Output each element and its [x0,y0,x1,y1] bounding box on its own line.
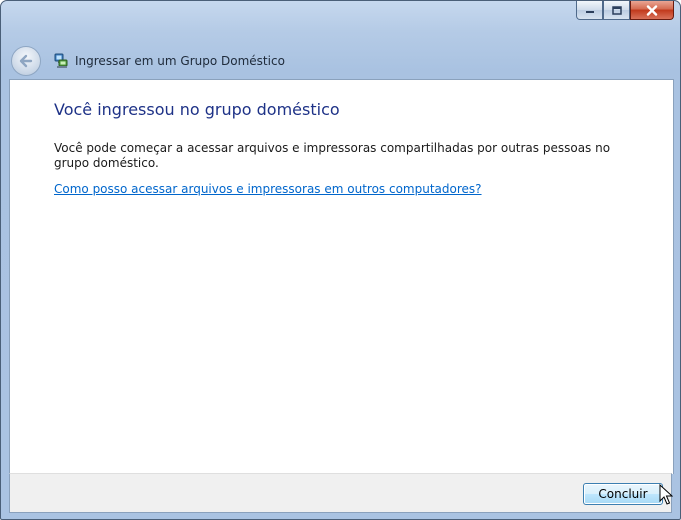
caption-buttons [576,1,674,21]
homegroup-icon [54,53,68,68]
window-title: Ingressar em um Grupo Doméstico [75,54,285,68]
maximize-icon [611,5,622,15]
minimize-button[interactable] [576,1,603,20]
maximize-button[interactable] [603,1,630,20]
back-arrow-icon [19,54,33,68]
close-icon [646,4,658,16]
page-heading: Você ingressou no grupo doméstico [54,100,340,119]
help-link[interactable]: Como posso acessar arquivos e impressora… [54,182,482,196]
close-button[interactable] [630,1,674,20]
minimize-icon [585,11,594,13]
navigation-bar: Ingressar em um Grupo Doméstico [11,45,285,77]
back-button[interactable] [11,46,41,76]
description-text: Você pode começar a acessar arquivos e i… [54,141,611,170]
footer-bar: Concluir [9,473,672,513]
mouse-cursor-icon [659,484,673,505]
dialog-window: Ingressar em um Grupo Doméstico Você ing… [0,0,681,520]
content-panel: Você ingressou no grupo doméstico Você p… [9,79,674,474]
finish-button[interactable]: Concluir [583,483,663,505]
